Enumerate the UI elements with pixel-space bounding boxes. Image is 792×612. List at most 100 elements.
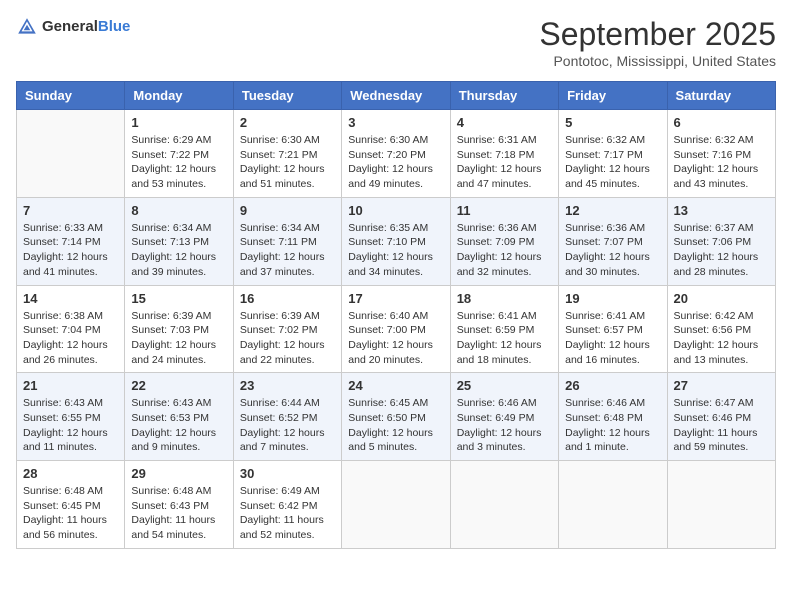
day-number: 27 <box>674 378 769 393</box>
logo-icon <box>16 16 38 38</box>
calendar-cell: 17 Sunrise: 6:40 AM Sunset: 7:00 PM Dayli… <box>342 285 450 373</box>
calendar-cell: 24 Sunrise: 6:45 AM Sunset: 6:50 PM Dayli… <box>342 373 450 461</box>
day-info: Sunrise: 6:48 AM Sunset: 6:43 PM Dayligh… <box>131 484 226 543</box>
calendar-cell: 1Sunrise: 6:29 AM Sunset: 7:22 PM Daylig… <box>125 110 233 198</box>
day-info: Sunrise: 6:31 AM Sunset: 7:18 PM Dayligh… <box>457 133 552 192</box>
day-info: Sunrise: 6:41 AM Sunset: 6:59 PM Dayligh… <box>457 309 552 368</box>
calendar-cell: 8 Sunrise: 6:34 AM Sunset: 7:13 PM Daylig… <box>125 197 233 285</box>
day-number: 14 <box>23 291 118 306</box>
day-info: Sunrise: 6:46 AM Sunset: 6:48 PM Dayligh… <box>565 396 660 455</box>
day-info: Sunrise: 6:29 AM Sunset: 7:22 PM Dayligh… <box>131 133 226 192</box>
day-info: Sunrise: 6:39 AM Sunset: 7:02 PM Dayligh… <box>240 309 335 368</box>
calendar-cell: 12 Sunrise: 6:36 AM Sunset: 7:07 PM Dayli… <box>559 197 667 285</box>
day-number: 11 <box>457 203 552 218</box>
day-number: 25 <box>457 378 552 393</box>
day-info: Sunrise: 6:46 AM Sunset: 6:49 PM Dayligh… <box>457 396 552 455</box>
day-number: 9 <box>240 203 335 218</box>
day-info: Sunrise: 6:43 AM Sunset: 6:55 PM Dayligh… <box>23 396 118 455</box>
day-number: 10 <box>348 203 443 218</box>
day-info: Sunrise: 6:49 AM Sunset: 6:42 PM Dayligh… <box>240 484 335 543</box>
day-number: 7 <box>23 203 118 218</box>
calendar-week-row: 14 Sunrise: 6:38 AM Sunset: 7:04 PM Dayli… <box>17 285 776 373</box>
calendar-cell: 11 Sunrise: 6:36 AM Sunset: 7:09 PM Dayli… <box>450 197 558 285</box>
day-info: Sunrise: 6:34 AM Sunset: 7:13 PM Dayligh… <box>131 221 226 280</box>
day-info: Sunrise: 6:32 AM Sunset: 7:16 PM Dayligh… <box>674 133 769 192</box>
day-info: Sunrise: 6:43 AM Sunset: 6:53 PM Dayligh… <box>131 396 226 455</box>
calendar-week-row: 21Sunrise: 6:43 AM Sunset: 6:55 PM Dayli… <box>17 373 776 461</box>
day-info: Sunrise: 6:48 AM Sunset: 6:45 PM Dayligh… <box>23 484 118 543</box>
day-number: 12 <box>565 203 660 218</box>
day-info: Sunrise: 6:44 AM Sunset: 6:52 PM Dayligh… <box>240 396 335 455</box>
day-number: 26 <box>565 378 660 393</box>
weekday-header-monday: Monday <box>125 82 233 110</box>
calendar-cell: 20 Sunrise: 6:42 AM Sunset: 6:56 PM Dayli… <box>667 285 775 373</box>
day-number: 8 <box>131 203 226 218</box>
day-info: Sunrise: 6:36 AM Sunset: 7:07 PM Dayligh… <box>565 221 660 280</box>
logo: GeneralBlue <box>16 16 130 38</box>
day-number: 29 <box>131 466 226 481</box>
day-number: 19 <box>565 291 660 306</box>
calendar-week-row: 28 Sunrise: 6:48 AM Sunset: 6:45 PM Dayli… <box>17 461 776 549</box>
location-subtitle: Pontotoc, Mississippi, United States <box>539 53 776 69</box>
day-info: Sunrise: 6:30 AM Sunset: 7:20 PM Dayligh… <box>348 133 443 192</box>
calendar-cell: 27 Sunrise: 6:47 AM Sunset: 6:46 PM Dayli… <box>667 373 775 461</box>
logo-blue-text: Blue <box>98 18 131 35</box>
calendar-cell: 6Sunrise: 6:32 AM Sunset: 7:16 PM Daylig… <box>667 110 775 198</box>
calendar-cell: 23 Sunrise: 6:44 AM Sunset: 6:52 PM Dayli… <box>233 373 341 461</box>
day-number: 18 <box>457 291 552 306</box>
title-area: September 2025 Pontotoc, Mississippi, Un… <box>539 16 776 69</box>
calendar-cell: 2 Sunrise: 6:30 AM Sunset: 7:21 PM Daylig… <box>233 110 341 198</box>
day-info: Sunrise: 6:47 AM Sunset: 6:46 PM Dayligh… <box>674 396 769 455</box>
day-number: 24 <box>348 378 443 393</box>
day-info: Sunrise: 6:42 AM Sunset: 6:56 PM Dayligh… <box>674 309 769 368</box>
weekday-header-saturday: Saturday <box>667 82 775 110</box>
calendar-cell <box>667 461 775 549</box>
calendar-cell: 4 Sunrise: 6:31 AM Sunset: 7:18 PM Daylig… <box>450 110 558 198</box>
day-info: Sunrise: 6:39 AM Sunset: 7:03 PM Dayligh… <box>131 309 226 368</box>
day-number: 23 <box>240 378 335 393</box>
calendar-cell: 26 Sunrise: 6:46 AM Sunset: 6:48 PM Dayli… <box>559 373 667 461</box>
calendar-cell <box>342 461 450 549</box>
calendar-cell: 7Sunrise: 6:33 AM Sunset: 7:14 PM Daylig… <box>17 197 125 285</box>
day-number: 2 <box>240 115 335 130</box>
month-title: September 2025 <box>539 16 776 53</box>
day-info: Sunrise: 6:37 AM Sunset: 7:06 PM Dayligh… <box>674 221 769 280</box>
day-info: Sunrise: 6:38 AM Sunset: 7:04 PM Dayligh… <box>23 309 118 368</box>
calendar-cell: 10 Sunrise: 6:35 AM Sunset: 7:10 PM Dayli… <box>342 197 450 285</box>
day-number: 15 <box>131 291 226 306</box>
weekday-header-tuesday: Tuesday <box>233 82 341 110</box>
day-number: 20 <box>674 291 769 306</box>
day-number: 28 <box>23 466 118 481</box>
weekday-header-row: SundayMondayTuesdayWednesdayThursdayFrid… <box>17 82 776 110</box>
weekday-header-friday: Friday <box>559 82 667 110</box>
calendar-cell: 14 Sunrise: 6:38 AM Sunset: 7:04 PM Dayli… <box>17 285 125 373</box>
day-number: 30 <box>240 466 335 481</box>
calendar-cell: 19Sunrise: 6:41 AM Sunset: 6:57 PM Dayli… <box>559 285 667 373</box>
day-info: Sunrise: 6:36 AM Sunset: 7:09 PM Dayligh… <box>457 221 552 280</box>
calendar-week-row: 7Sunrise: 6:33 AM Sunset: 7:14 PM Daylig… <box>17 197 776 285</box>
day-info: Sunrise: 6:35 AM Sunset: 7:10 PM Dayligh… <box>348 221 443 280</box>
day-info: Sunrise: 6:45 AM Sunset: 6:50 PM Dayligh… <box>348 396 443 455</box>
calendar-table: SundayMondayTuesdayWednesdayThursdayFrid… <box>16 81 776 549</box>
day-info: Sunrise: 6:34 AM Sunset: 7:11 PM Dayligh… <box>240 221 335 280</box>
calendar-cell: 21Sunrise: 6:43 AM Sunset: 6:55 PM Dayli… <box>17 373 125 461</box>
calendar-cell: 28 Sunrise: 6:48 AM Sunset: 6:45 PM Dayli… <box>17 461 125 549</box>
calendar-cell: 9 Sunrise: 6:34 AM Sunset: 7:11 PM Daylig… <box>233 197 341 285</box>
calendar-cell: 16Sunrise: 6:39 AM Sunset: 7:02 PM Dayli… <box>233 285 341 373</box>
calendar-cell <box>450 461 558 549</box>
day-number: 13 <box>674 203 769 218</box>
weekday-header-sunday: Sunday <box>17 82 125 110</box>
calendar-cell: 25 Sunrise: 6:46 AM Sunset: 6:49 PM Dayli… <box>450 373 558 461</box>
weekday-header-thursday: Thursday <box>450 82 558 110</box>
calendar-cell: 18 Sunrise: 6:41 AM Sunset: 6:59 PM Dayli… <box>450 285 558 373</box>
day-number: 17 <box>348 291 443 306</box>
day-number: 5 <box>565 115 660 130</box>
calendar-cell: 15 Sunrise: 6:39 AM Sunset: 7:03 PM Dayli… <box>125 285 233 373</box>
page-header: GeneralBlue September 2025 Pontotoc, Mis… <box>16 16 776 69</box>
weekday-header-wednesday: Wednesday <box>342 82 450 110</box>
day-number: 4 <box>457 115 552 130</box>
day-number: 3 <box>348 115 443 130</box>
calendar-cell: 30 Sunrise: 6:49 AM Sunset: 6:42 PM Dayli… <box>233 461 341 549</box>
day-info: Sunrise: 6:40 AM Sunset: 7:00 PM Dayligh… <box>348 309 443 368</box>
day-info: Sunrise: 6:30 AM Sunset: 7:21 PM Dayligh… <box>240 133 335 192</box>
